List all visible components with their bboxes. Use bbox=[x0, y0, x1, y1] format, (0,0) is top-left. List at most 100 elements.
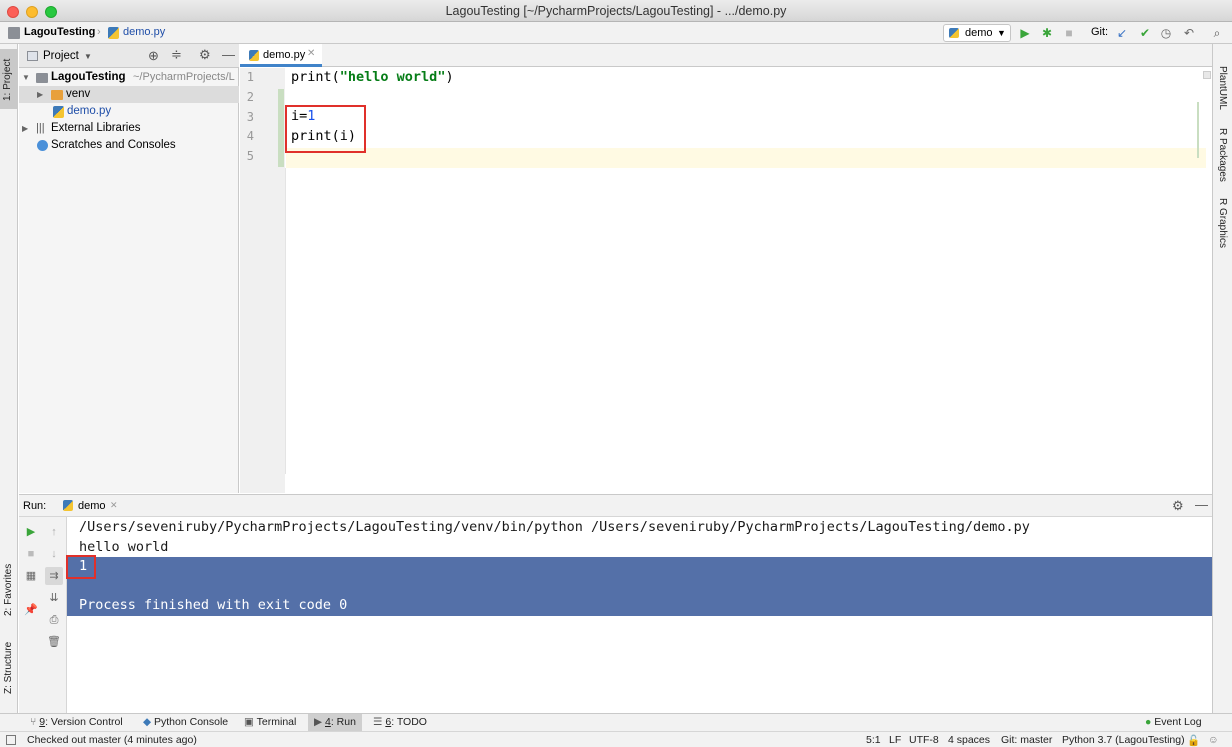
minimize-icon[interactable]: — bbox=[1195, 497, 1208, 512]
inspector-icon[interactable]: ☺ bbox=[1208, 734, 1219, 746]
print-icon[interactable]: ⎙ bbox=[45, 611, 63, 629]
python-interpreter[interactable]: Python 3.7 (LagouTesting) bbox=[1062, 734, 1185, 746]
git-rollback-icon[interactable]: ↶ bbox=[1181, 25, 1197, 41]
debug-icon[interactable]: ✱ bbox=[1039, 25, 1055, 41]
run-panel-label: Run: bbox=[23, 500, 47, 512]
line-number: 3 bbox=[246, 110, 254, 124]
stop-icon[interactable]: ■ bbox=[1061, 25, 1077, 41]
code-line-1[interactable]: print("hello world") bbox=[291, 69, 454, 85]
git-label: Git: bbox=[1091, 26, 1109, 38]
tree-item-label: venv bbox=[66, 88, 91, 100]
library-icon: ||| bbox=[36, 122, 45, 134]
git-update-icon[interactable]: ↙ bbox=[1114, 25, 1130, 41]
r-graphics-stripe-label[interactable]: R Graphics bbox=[1217, 198, 1228, 248]
run-toolbar: ▶ ↑ ■ ↓ ▦ ⇉ ⇊ 📌 ⎙ 🗑 bbox=[19, 517, 67, 714]
run-icon[interactable]: ▶ bbox=[1017, 25, 1033, 41]
inspection-status-icon bbox=[1203, 71, 1211, 79]
event-log-button[interactable]: ● Event Log bbox=[1145, 716, 1202, 728]
tree-item-project-root[interactable]: ▼ LagouTesting ~/PycharmProjects/L bbox=[19, 69, 239, 86]
breadcrumb-file[interactable]: demo.py bbox=[123, 26, 165, 38]
tree-item-external-libraries[interactable]: ▶ ||| External Libraries bbox=[19, 120, 239, 137]
python-icon bbox=[63, 500, 73, 511]
trash-icon[interactable]: 🗑 bbox=[45, 633, 63, 651]
python-console-button[interactable]: ◆ Python Console bbox=[143, 716, 228, 728]
git-commit-icon[interactable]: ✔ bbox=[1137, 25, 1153, 41]
file-encoding[interactable]: UTF-8 bbox=[909, 734, 939, 746]
scroll-up-icon[interactable]: ↑ bbox=[45, 523, 63, 541]
tree-item-scratches[interactable]: Scratches and Consoles bbox=[19, 137, 239, 154]
python-icon bbox=[949, 28, 959, 38]
favorites-stripe-label[interactable]: 2: Favorites bbox=[3, 564, 14, 616]
tab-label: demo.py bbox=[263, 49, 306, 61]
status-message[interactable]: Checked out master (4 minutes ago) bbox=[27, 734, 197, 746]
editor-divider bbox=[285, 168, 286, 474]
run-tab-demo[interactable]: demo ✕ bbox=[57, 496, 125, 516]
close-icon[interactable]: ✕ bbox=[307, 48, 315, 59]
editor-area: demo.py ✕ 1 2 3 4 5 print("hello world")… bbox=[240, 44, 1212, 493]
chevron-down-icon: ▼ bbox=[997, 28, 1006, 38]
line-separator[interactable]: LF bbox=[889, 734, 901, 746]
scroll-to-end-icon[interactable]: ⇊ bbox=[45, 589, 63, 607]
todo-button[interactable]: ☰ 6: TODO bbox=[373, 716, 427, 728]
gear-icon[interactable]: ⚙ bbox=[1172, 498, 1184, 514]
run-configuration-select[interactable]: demo ▼ bbox=[943, 24, 1011, 42]
tree-item-label: External Libraries bbox=[51, 122, 141, 134]
minimize-window-button[interactable] bbox=[26, 6, 38, 18]
project-panel-header: Project ▼ ⊕ ≑ ⚙ — bbox=[19, 44, 239, 68]
line-number: 5 bbox=[246, 149, 254, 163]
stop-icon[interactable]: ■ bbox=[22, 545, 40, 563]
lock-icon[interactable]: 🔓 bbox=[1187, 734, 1200, 747]
search-everywhere-icon[interactable]: ⌕ bbox=[1209, 25, 1225, 41]
indent-setting[interactable]: 4 spaces bbox=[948, 734, 990, 746]
status-bar: Checked out master (4 minutes ago) 5:1 L… bbox=[0, 731, 1232, 747]
minimize-icon[interactable]: — bbox=[222, 47, 235, 62]
tree-item-path: ~/PycharmProjects/L bbox=[133, 71, 235, 83]
locate-icon[interactable]: ⊕ bbox=[148, 48, 159, 64]
folder-icon bbox=[36, 73, 48, 83]
breadcrumb-project[interactable]: LagouTesting bbox=[24, 26, 95, 38]
terminal-button[interactable]: ▣ Terminal bbox=[244, 716, 296, 728]
structure-stripe-label[interactable]: Z: Structure bbox=[3, 642, 14, 694]
annotation-box bbox=[66, 555, 96, 579]
scroll-down-icon[interactable]: ↓ bbox=[45, 545, 63, 563]
tree-arrow-icon[interactable]: ▶ bbox=[22, 120, 28, 137]
close-window-button[interactable] bbox=[7, 6, 19, 18]
r-packages-stripe-label[interactable]: R Packages bbox=[1217, 128, 1228, 182]
console-output-line: hello world bbox=[79, 539, 169, 555]
tab-demo-py[interactable]: demo.py ✕ bbox=[240, 44, 322, 67]
git-branch[interactable]: Git: master bbox=[1001, 734, 1052, 746]
gear-icon[interactable]: ⚙ bbox=[199, 47, 211, 63]
soft-wrap-icon[interactable]: ⇉ bbox=[45, 567, 63, 585]
tree-arrow-icon[interactable]: ▶ bbox=[37, 86, 43, 103]
scroll-marker bbox=[1197, 102, 1199, 158]
python-file-icon bbox=[108, 27, 119, 39]
breadcrumb-separator-icon: › bbox=[97, 26, 101, 38]
tree-arrow-icon[interactable]: ▼ bbox=[22, 69, 30, 86]
tree-item-venv[interactable]: ▶ venv bbox=[19, 86, 239, 103]
tree-item-demo-py[interactable]: demo.py bbox=[19, 103, 239, 120]
window-title: LagouTesting [~/PycharmProjects/LagouTes… bbox=[445, 4, 787, 18]
toggle-tool-windows-icon[interactable] bbox=[6, 735, 16, 745]
run-tool-button[interactable]: ▶ 4: Run bbox=[308, 714, 362, 732]
git-history-icon[interactable]: ◷ bbox=[1158, 25, 1174, 41]
project-stripe-button[interactable]: 1: Project bbox=[0, 49, 17, 109]
tree-item-label: Scratches and Consoles bbox=[51, 139, 176, 151]
version-control-button[interactable]: ⑂ 9: Version Control bbox=[30, 716, 123, 728]
pin-icon[interactable]: 📌 bbox=[22, 601, 40, 619]
rerun-icon[interactable]: ▶ bbox=[22, 523, 40, 541]
caret-position[interactable]: 5:1 bbox=[866, 734, 881, 746]
close-icon[interactable]: ✕ bbox=[110, 500, 118, 511]
console-exit-line: Process finished with exit code 0 bbox=[79, 597, 348, 613]
project-view-select[interactable]: Project bbox=[43, 50, 79, 62]
plantuml-stripe-label[interactable]: PlantUML bbox=[1217, 66, 1228, 110]
line-number: 2 bbox=[246, 90, 254, 104]
chevron-down-icon[interactable]: ▼ bbox=[84, 52, 92, 61]
project-folder-icon bbox=[8, 27, 20, 39]
project-stripe-label: 1: Project bbox=[2, 58, 13, 101]
zoom-window-button[interactable] bbox=[45, 6, 57, 18]
vcs-change-marker bbox=[278, 89, 284, 167]
collapse-all-icon[interactable]: ≑ bbox=[171, 47, 182, 63]
layout-icon[interactable]: ▦ bbox=[22, 567, 40, 585]
project-panel: Project ▼ ⊕ ≑ ⚙ — ▼ LagouTesting ~/Pycha… bbox=[19, 44, 239, 493]
run-panel: Run: demo ✕ ⚙ — ▶ ↑ ■ ↓ ▦ ⇉ ⇊ 📌 ⎙ 🗑 /Use… bbox=[19, 494, 1212, 714]
